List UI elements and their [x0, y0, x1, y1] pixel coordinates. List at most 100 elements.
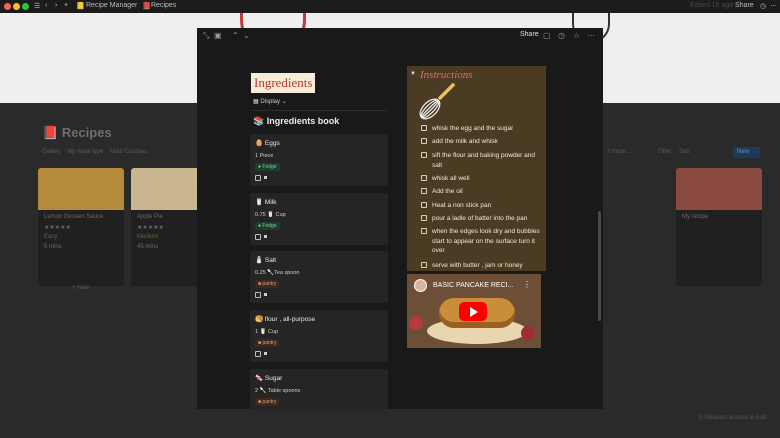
sidebar-toggle-icon[interactable]: ☰	[34, 2, 40, 10]
breadcrumb-app[interactable]: Recipe Manager	[86, 2, 137, 9]
top-share-button[interactable]: Share	[735, 2, 754, 9]
checkbox[interactable]	[255, 175, 261, 181]
new-button[interactable]: New	[733, 147, 760, 158]
book-icon: 📚	[253, 116, 267, 126]
salt-icon: 🧂	[255, 257, 264, 264]
filter-button[interactable]: Filter	[658, 149, 671, 155]
sort-button[interactable]: Sort	[679, 149, 690, 155]
new-page-icon[interactable]: +	[64, 2, 68, 9]
ingredient-name: 🧂 Salt	[255, 257, 277, 264]
top-history-icon[interactable]: ◷	[760, 2, 766, 10]
back-arrow-icon[interactable]: ‹	[45, 2, 47, 9]
instructions-title: Instructions	[420, 69, 473, 81]
instruction-step[interactable]: sift the flour and baking powder and sal…	[421, 151, 543, 170]
checkbox[interactable]	[255, 234, 261, 240]
scrollbar[interactable]	[598, 211, 601, 321]
gallery-card[interactable]: Lemon Dessert Sauce ★★★★★ Easy 5 mins	[38, 168, 124, 286]
video-more-icon[interactable]: ⋮	[523, 280, 531, 289]
instruction-step[interactable]: serve with butter , jam or honey	[421, 261, 543, 271]
modal-toolbar: ⤡ ▣ ⌃ ⌄ Share ▢ ◷ ☆ ⋯	[197, 28, 603, 45]
instruction-step[interactable]: Heat a non stick pan	[421, 201, 543, 211]
play-button[interactable]	[459, 302, 487, 321]
star-icon[interactable]: ☆	[573, 31, 580, 40]
ingredients-heading: Ingredients	[251, 73, 316, 93]
video-thumbnail-berry	[409, 316, 423, 330]
instruction-step[interactable]: whisk the egg and the sugar	[421, 124, 543, 134]
edited-status: Edited 1h ago	[690, 2, 734, 9]
ingredient-card[interactable]: 🥞 flour , all-purpose 1 🥛 Cup ■ pantry	[250, 310, 388, 362]
divider	[251, 110, 387, 111]
history-icon[interactable]: ◷	[558, 31, 565, 40]
card-tag: Easy	[44, 234, 58, 240]
toggle-triangle-icon[interactable]: ▼	[410, 71, 416, 77]
checkbox[interactable]	[255, 351, 261, 357]
location-tag: ● Fridge	[255, 222, 280, 230]
gallery-card[interactable]: My recipe	[676, 168, 762, 286]
card-image	[38, 168, 124, 210]
video-thumbnail-berry	[521, 326, 535, 340]
card-title: Apple Pie	[137, 214, 163, 220]
tab-main-courses[interactable]: Main Courses	[110, 149, 147, 155]
sugar-icon: 🍬	[255, 375, 264, 382]
ingredient-name: 🥞 flour , all-purpose	[255, 316, 316, 323]
milk-icon: 🥛	[255, 199, 264, 206]
video-title[interactable]: BASIC PANCAKE RECI...	[433, 282, 513, 289]
request-access-button[interactable]: ◎ Request access to Edit	[698, 414, 766, 421]
ingredient-name: 🥚 Eggs	[255, 140, 280, 147]
checkbox-value	[264, 352, 267, 355]
instruction-step[interactable]: add the milk and whisk	[421, 137, 543, 147]
instructions-callout: ▼ Instructions whisk the egg and the sug…	[407, 66, 546, 271]
step-checkbox[interactable]	[421, 202, 427, 208]
new-item-link[interactable]: + New	[72, 285, 89, 291]
chevron-down-icon[interactable]: ⌄	[243, 31, 250, 40]
close-window-button[interactable]	[4, 3, 11, 10]
ingredient-quantity: 1 🥛 Cup	[255, 329, 279, 335]
chevron-down-icon: ⌄	[280, 99, 287, 105]
egg-icon: 🥚	[255, 140, 264, 147]
ingredient-card[interactable]: 🥚 Eggs 1 Piece ● Fridge	[250, 134, 388, 186]
location-tag: ■ pantry	[255, 280, 280, 288]
location-tag: ● Fridge	[255, 163, 280, 171]
checkbox[interactable]	[255, 292, 261, 298]
chevron-up-icon[interactable]: ⌃	[232, 31, 239, 40]
card-rating: ★★★★★	[44, 225, 71, 231]
comment-icon[interactable]: ▢	[543, 31, 551, 40]
top-more-icon[interactable]: ⋯	[770, 2, 777, 10]
display-button[interactable]: ▦ Display ⌄	[253, 98, 287, 105]
step-checkbox[interactable]	[421, 262, 427, 268]
forward-arrow-icon[interactable]: ›	[55, 2, 57, 9]
ingredient-card[interactable]: 🥛 Milk 0.75 🥛 Cup ● Fridge	[250, 193, 388, 245]
instruction-step[interactable]: Add the oil	[421, 187, 543, 197]
ingredient-card[interactable]: 🍬 Sugar 2 🥄 Table spoons ■ pantry	[250, 369, 388, 409]
tab-gallery[interactable]: Gallery	[42, 149, 61, 155]
tab-meal-type[interactable]: My meal type	[68, 149, 104, 155]
instruction-step[interactable]: whisk all well	[421, 174, 543, 184]
step-checkbox[interactable]	[421, 138, 427, 144]
breadcrumb-page[interactable]: Recipes	[151, 2, 176, 9]
step-checkbox[interactable]	[421, 228, 427, 234]
card-image	[676, 168, 762, 210]
flour-icon: 🥞	[255, 316, 264, 323]
view-mode-icon[interactable]: ▣	[214, 31, 222, 40]
more-icon[interactable]: ⋯	[587, 31, 595, 40]
card-time: 45 mins	[137, 244, 159, 250]
maximize-window-button[interactable]	[22, 3, 29, 10]
minimize-window-button[interactable]	[13, 3, 20, 10]
checkbox-value	[264, 235, 267, 238]
step-checkbox[interactable]	[421, 152, 427, 158]
step-checkbox[interactable]	[421, 175, 427, 181]
recipe-modal: ⤡ ▣ ⌃ ⌄ Share ▢ ◷ ☆ ⋯ Ingredients ▦ Disp…	[197, 28, 603, 409]
channel-avatar[interactable]	[414, 279, 427, 292]
card-tag: Medium	[137, 234, 159, 240]
step-checkbox[interactable]	[421, 188, 427, 194]
step-checkbox[interactable]	[421, 125, 427, 131]
instruction-step[interactable]: when the edges look dry and bubbles star…	[421, 227, 543, 256]
share-button[interactable]: Share	[520, 31, 539, 38]
breadcrumb-app-icon: 📒	[76, 3, 85, 10]
ingredient-card[interactable]: 🧂 Salt 0.25 🥄Tea spoon ■ pantry	[250, 251, 388, 303]
step-checkbox[interactable]	[421, 215, 427, 221]
video-embed[interactable]: BASIC PANCAKE RECI... ⋮	[407, 274, 541, 348]
expand-icon[interactable]: ⤡	[203, 31, 209, 41]
instruction-step[interactable]: pour a ladle of batter into the pan	[421, 214, 543, 224]
ingredients-book-title[interactable]: 📚 Ingredients book	[253, 116, 339, 127]
